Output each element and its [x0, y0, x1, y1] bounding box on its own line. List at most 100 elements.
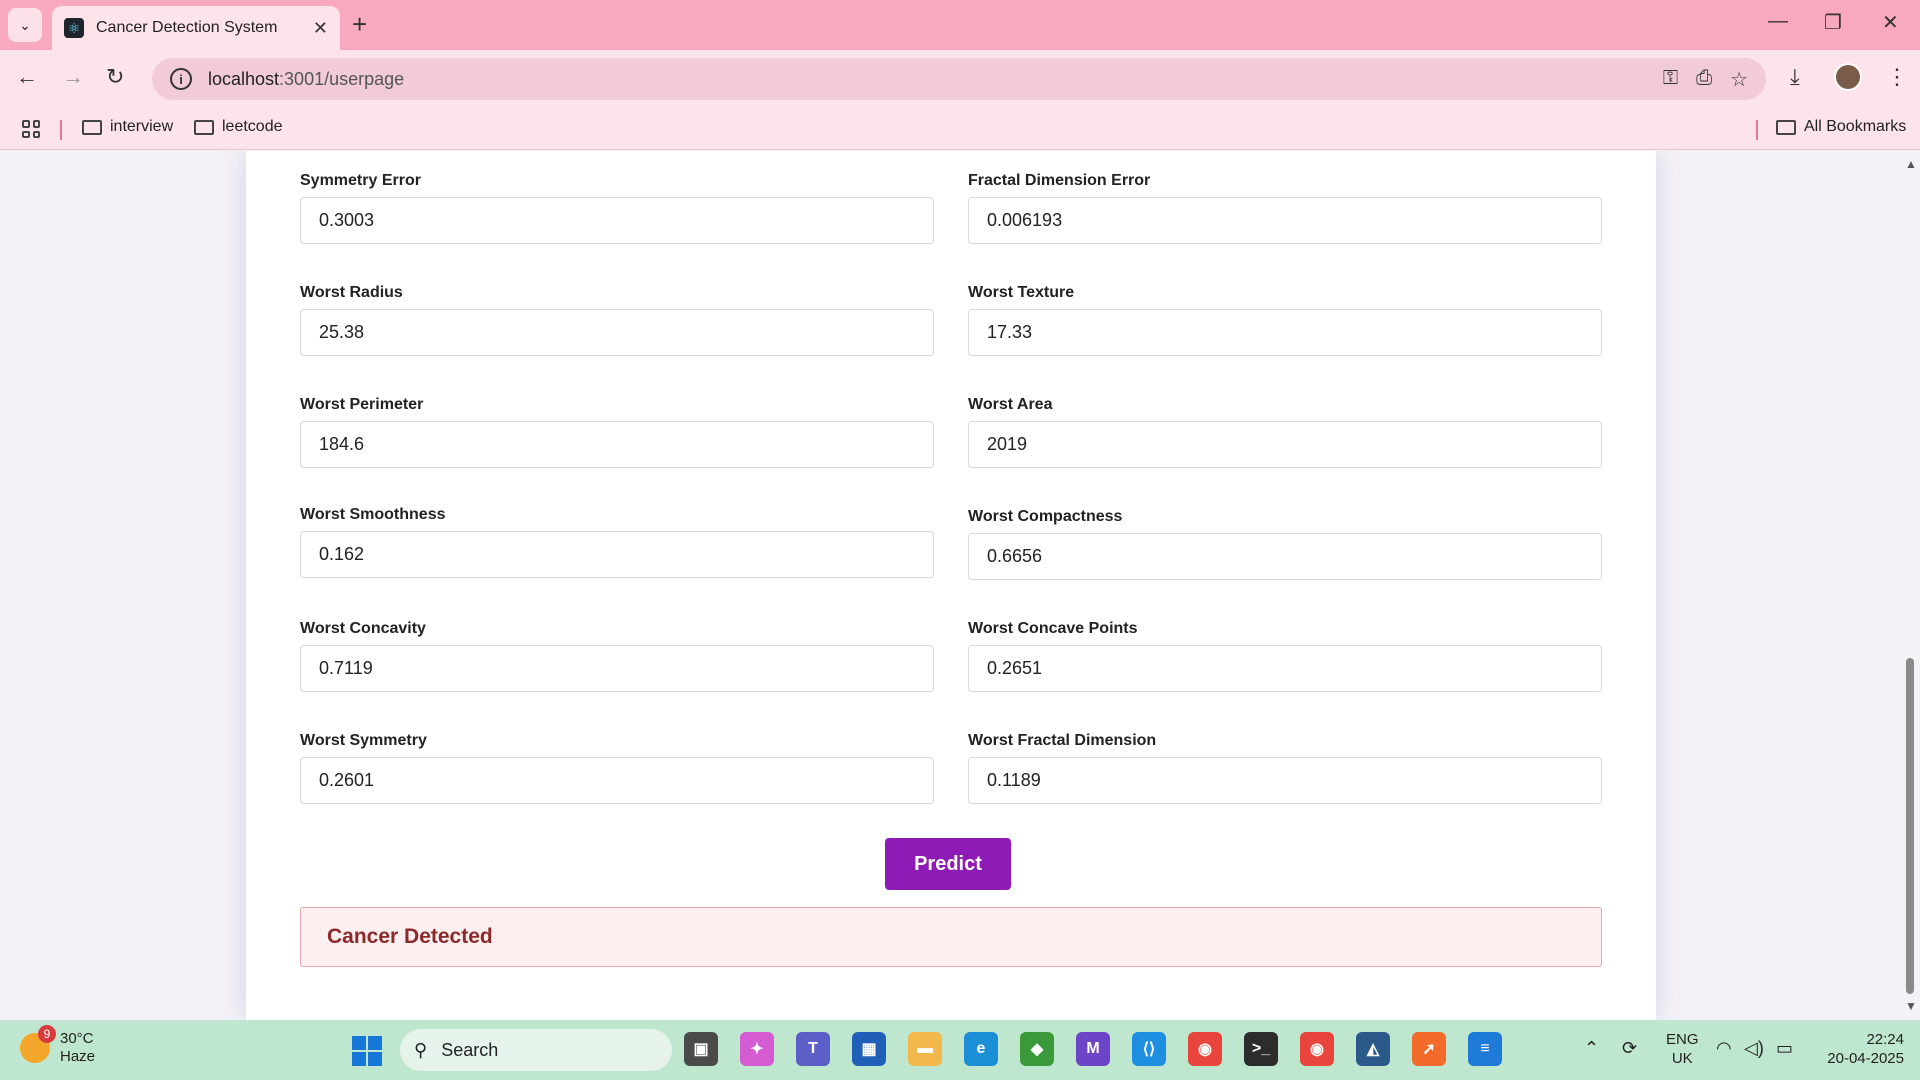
- store-icon[interactable]: ▦: [852, 1032, 886, 1066]
- bookmark-interview[interactable]: interview: [82, 118, 173, 136]
- folder-icon: [194, 119, 214, 135]
- worst-fractal-dimension-input[interactable]: 0.1189: [968, 757, 1602, 804]
- scroll-down-icon[interactable]: ▼: [1905, 999, 1917, 1013]
- scrollbar-thumb[interactable]: [1906, 658, 1914, 994]
- field-worst-concave-points: Worst Concave Points 0.2651: [968, 619, 1602, 692]
- task-view-icon[interactable]: ▣: [684, 1032, 718, 1066]
- forward-icon[interactable]: →: [62, 64, 84, 90]
- field-symmetry-error: Symmetry Error 0.3003: [300, 171, 934, 244]
- weather-badge: 9: [38, 1025, 56, 1043]
- file-explorer-icon[interactable]: ▬: [908, 1032, 942, 1066]
- taskbar-search[interactable]: ⚲ Search: [400, 1029, 672, 1071]
- download-icon[interactable]: ⤓: [1790, 64, 1800, 90]
- bookmark-leetcode[interactable]: leetcode: [194, 118, 283, 136]
- tab-search-button[interactable]: ⌄: [8, 8, 42, 42]
- field-label: Worst Compactness: [968, 508, 1123, 525]
- chevron-down-icon: ⌄: [19, 16, 31, 33]
- lang-line2: UK: [1671, 1050, 1693, 1067]
- url-host: localhost: [208, 68, 280, 89]
- battery-icon[interactable]: ▭: [1776, 1038, 1793, 1059]
- worst-radius-input[interactable]: 25.38: [300, 309, 934, 356]
- bookmark-label: leetcode: [222, 118, 283, 135]
- site-info-icon[interactable]: i: [170, 68, 192, 90]
- field-worst-concavity: Worst Concavity 0.7119: [300, 619, 934, 692]
- back-icon[interactable]: ←: [16, 64, 38, 90]
- key-icon[interactable]: ⚿: [1663, 67, 1678, 92]
- url-path: :3001/userpage: [279, 68, 405, 89]
- field-label: Worst Concavity: [300, 620, 426, 637]
- weather-desc: Haze: [60, 1048, 96, 1065]
- page-viewport: Symmetry Error 0.3003 Fractal Dimension …: [0, 151, 1920, 1020]
- copilot-icon[interactable]: ✦: [740, 1032, 774, 1066]
- install-icon[interactable]: ⎙: [1696, 67, 1712, 92]
- worst-symmetry-input[interactable]: 0.2601: [300, 757, 934, 804]
- field-worst-area: Worst Area 2019: [968, 395, 1602, 468]
- search-label: Search: [441, 1039, 499, 1060]
- field-label: Worst Fractal Dimension: [968, 732, 1157, 749]
- notepad-icon[interactable]: ≡: [1468, 1032, 1502, 1066]
- app-icon[interactable]: ◆: [1020, 1032, 1054, 1066]
- volume-icon[interactable]: ◁): [1744, 1038, 1764, 1059]
- clock[interactable]: 22:24 20-04-2025: [1812, 1030, 1904, 1068]
- apps-grid-icon[interactable]: [22, 120, 40, 138]
- bookmark-divider: [60, 120, 62, 140]
- worst-area-input[interactable]: 2019: [968, 421, 1602, 468]
- worst-concave-points-input[interactable]: 0.2651: [968, 645, 1602, 692]
- language-indicator[interactable]: ENG UK: [1666, 1030, 1699, 1068]
- worst-compactness-input[interactable]: 0.6656: [968, 533, 1602, 580]
- symmetry-error-input[interactable]: 0.3003: [300, 197, 934, 244]
- worst-smoothness-input[interactable]: 0.162: [300, 531, 934, 578]
- search-icon: ⚲: [414, 1039, 428, 1060]
- field-label: Worst Area: [968, 396, 1053, 413]
- weather-temp: 30°C: [60, 1030, 94, 1047]
- avatar[interactable]: [1834, 63, 1862, 91]
- tab-title: Cancer Detection System: [96, 19, 278, 36]
- vscode-icon[interactable]: ⟨⟩: [1132, 1032, 1166, 1066]
- teams-icon[interactable]: T: [796, 1032, 830, 1066]
- address-bar[interactable]: i localhost:3001/userpage ⚿ ⎙ ☆: [152, 58, 1766, 100]
- folder-icon: [82, 119, 102, 135]
- edge-icon[interactable]: e: [964, 1032, 998, 1066]
- restore-icon[interactable]: ❐: [1824, 10, 1842, 35]
- chrome-profile-icon[interactable]: ◉: [1300, 1032, 1334, 1066]
- tab-active[interactable]: ⚛ Cancer Detection System ✕: [52, 6, 340, 50]
- close-icon[interactable]: ✕: [313, 18, 328, 39]
- mysql-icon[interactable]: ◭: [1356, 1032, 1390, 1066]
- chrome-icon[interactable]: ◉: [1188, 1032, 1222, 1066]
- result-alert: Cancer Detected: [300, 907, 1602, 967]
- address-bar-actions: ⚿ ⎙ ☆: [1663, 67, 1748, 92]
- more-menu-icon[interactable]: ⋮: [1886, 64, 1908, 90]
- predict-button[interactable]: Predict: [885, 838, 1011, 890]
- folder-icon: [1776, 119, 1796, 135]
- sync-icon[interactable]: ⟳: [1622, 1038, 1637, 1059]
- clock-time: 22:24: [1866, 1031, 1904, 1048]
- field-label: Symmetry Error: [300, 172, 421, 189]
- all-bookmarks[interactable]: All Bookmarks: [1776, 118, 1906, 136]
- page-scrollbar[interactable]: ▲ ▼: [1900, 151, 1920, 1020]
- worst-perimeter-input[interactable]: 184.6: [300, 421, 934, 468]
- fractal-dimension-error-input[interactable]: 0.006193: [968, 197, 1602, 244]
- bookmarks-bar: interview leetcode All Bookmarks: [0, 108, 1920, 150]
- wifi-icon[interactable]: ◠: [1716, 1038, 1732, 1059]
- windows-taskbar: 9 30°C Haze ⚲ Search ▣ ✦ T ▦ ▬ e ◆ M ⟨⟩ …: [0, 1020, 1920, 1080]
- postman-icon[interactable]: ➚: [1412, 1032, 1446, 1066]
- terminal-icon[interactable]: >_: [1244, 1032, 1278, 1066]
- browser-toolbar: ← → ↻ i localhost:3001/userpage ⚿ ⎙ ☆ ⤓ …: [0, 50, 1920, 108]
- weather-widget[interactable]: 9 30°C Haze: [20, 1025, 96, 1066]
- worst-texture-input[interactable]: 17.33: [968, 309, 1602, 356]
- star-icon[interactable]: ☆: [1730, 67, 1748, 92]
- field-worst-radius: Worst Radius 25.38: [300, 283, 934, 356]
- field-label: Worst Radius: [300, 284, 403, 301]
- bookmark-label: interview: [110, 118, 174, 135]
- reload-icon[interactable]: ↻: [106, 64, 124, 90]
- chevron-up-icon[interactable]: ⌃: [1584, 1038, 1599, 1059]
- react-icon: ⚛: [64, 18, 84, 38]
- microsoft365-icon[interactable]: M: [1076, 1032, 1110, 1066]
- window-close-icon[interactable]: ✕: [1882, 10, 1899, 35]
- minimize-icon[interactable]: —: [1768, 10, 1788, 33]
- worst-concavity-input[interactable]: 0.7119: [300, 645, 934, 692]
- field-worst-compactness: Worst Compactness 0.6656: [968, 507, 1602, 580]
- new-tab-icon[interactable]: +: [352, 10, 367, 38]
- windows-start-icon[interactable]: [352, 1036, 382, 1066]
- scroll-up-icon[interactable]: ▲: [1905, 157, 1917, 171]
